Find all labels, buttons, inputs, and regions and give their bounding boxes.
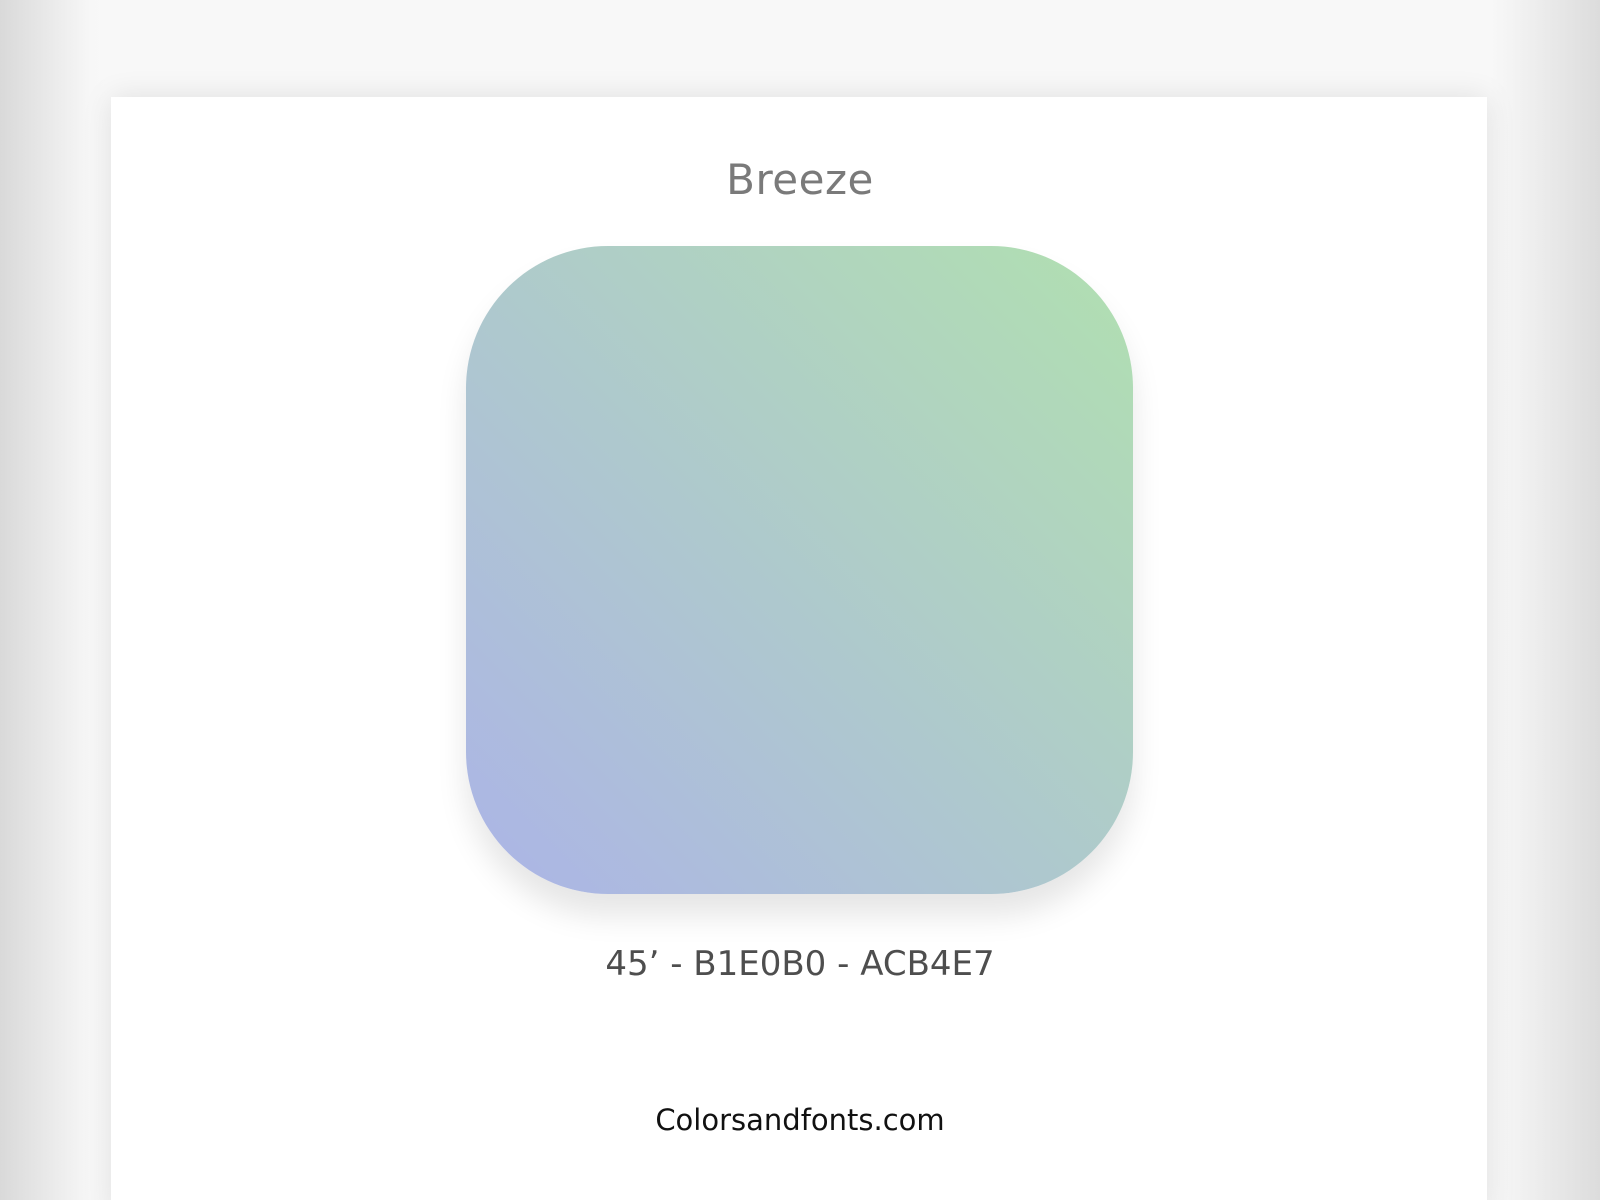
page: Breeze 45’ - B1E0B0 - ACB4E7 Colorsandfo… bbox=[0, 0, 1600, 1200]
gradient-swatch bbox=[466, 246, 1133, 894]
gradient-name: Breeze bbox=[726, 155, 874, 204]
gradient-caption: 45’ - B1E0B0 - ACB4E7 bbox=[605, 944, 995, 984]
site-name: Colorsandfonts.com bbox=[655, 1103, 945, 1137]
